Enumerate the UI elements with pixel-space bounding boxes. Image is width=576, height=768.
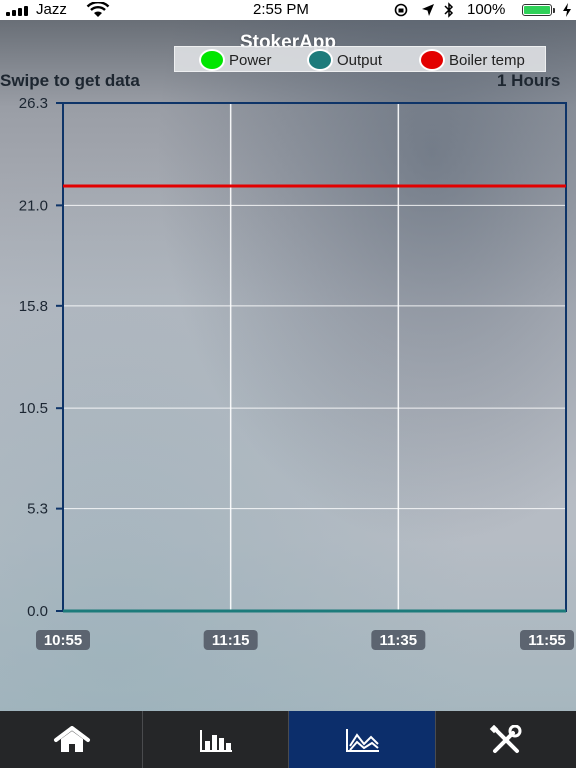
plot-frame (62, 102, 567, 612)
legend-label-output: Output (337, 52, 383, 69)
battery-percent: 100% (467, 1, 506, 18)
swipe-hint: Swipe to get data (0, 71, 140, 90)
location-icon (422, 4, 434, 16)
legend-swatch-output (307, 49, 333, 71)
legend-label-power: Power (229, 52, 272, 69)
charging-icon (563, 3, 571, 17)
y-tick-label: 5.3 (27, 501, 48, 518)
tab-bar (0, 711, 576, 768)
tools-icon (489, 724, 522, 753)
y-tick-label: 0.0 (27, 603, 48, 620)
chart-grid (63, 102, 566, 612)
y-tick-label: 10.5 (19, 400, 48, 417)
tab-stats[interactable] (143, 711, 289, 768)
x-tick-label: 11:35 (380, 632, 418, 649)
legend-label-boiler-temp: Boiler temp (449, 52, 525, 69)
time-range-selector[interactable]: 1 Hours (497, 71, 560, 91)
tab-settings[interactable] (436, 711, 576, 768)
signal-strength-icon (6, 5, 32, 16)
tab-chart[interactable] (289, 711, 436, 768)
chart-legend: Power Output Boiler temp (174, 46, 546, 72)
y-tick-label: 26.3 (19, 95, 48, 112)
x-axis: 10:55 11:15 11:35 11:55 (36, 630, 574, 650)
x-tick-label: 11:15 (212, 632, 250, 649)
bluetooth-icon (444, 2, 454, 18)
y-axis: 0.0 5.3 10.5 15.8 21.0 26.3 (19, 95, 63, 620)
line-chart[interactable]: 0.0 5.3 10.5 15.8 21.0 26.3 10:55 11:15 11:35 11… (0, 90, 576, 655)
x-tick-label: 11:55 (528, 632, 566, 649)
home-icon (53, 725, 90, 752)
line-chart-icon (345, 728, 379, 752)
y-tick-label: 15.8 (19, 298, 48, 315)
tab-home[interactable] (0, 711, 143, 768)
orientation-lock-icon (394, 3, 408, 17)
legend-swatch-boiler-temp (419, 49, 445, 71)
chart-series (63, 184, 566, 613)
x-tick-label: 10:55 (44, 632, 82, 649)
carrier-name: Jazz (36, 1, 67, 18)
status-bar: Jazz 2:55 PM 100% (0, 0, 576, 20)
legend-swatch-power (199, 49, 225, 71)
status-time: 2:55 PM (253, 1, 309, 18)
battery-level (524, 6, 550, 14)
wifi-icon (86, 2, 110, 17)
bar-chart-icon (200, 729, 232, 752)
battery-icon (522, 4, 555, 16)
y-tick-label: 21.0 (19, 197, 48, 214)
